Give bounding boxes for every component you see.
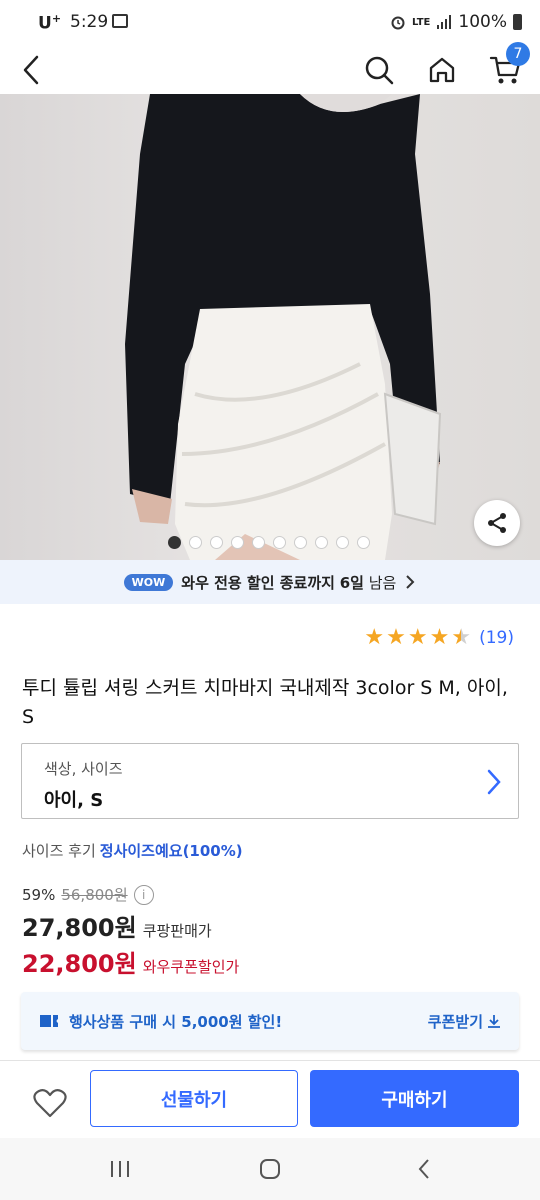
gallery-dot[interactable] (294, 536, 307, 549)
star-icon: ★ (407, 625, 428, 650)
carrier-label: U+ (38, 12, 62, 34)
option-selector[interactable]: 색상, 사이즈 아이, S (21, 743, 519, 819)
cart-button[interactable]: 7 (484, 42, 530, 92)
gallery-dot[interactable] (231, 536, 244, 549)
review-count-link[interactable]: (19) (479, 628, 514, 648)
product-title: 투디 튤립 셔링 스커트 치마바지 국내제작 3color S M, 아이, S (22, 677, 508, 728)
coupang-price-row: 27,800원 쿠팡판매가 (22, 908, 212, 943)
download-icon (488, 1015, 500, 1028)
option-value: 아이, S (44, 790, 104, 811)
chevron-right-icon (487, 769, 501, 795)
coupang-price: 27,800원 (22, 914, 137, 942)
heart-icon (33, 1089, 67, 1118)
cart-count-badge: 7 (506, 42, 530, 66)
network-type: LTE (412, 16, 431, 28)
status-icons: LTE 100% (390, 12, 522, 32)
search-button[interactable] (357, 48, 401, 92)
gallery-notification-icon (112, 14, 128, 28)
search-icon (365, 56, 394, 85)
back-nav-button[interactable] (404, 1154, 444, 1184)
half-star-icon: ★ (451, 625, 472, 650)
coupon-text: 행사상품 구매 시 5,000원 할인! (69, 1012, 283, 1031)
share-button[interactable] (474, 500, 520, 546)
star-icon: ★ (429, 625, 450, 650)
battery-percent: 100% (458, 12, 507, 32)
buy-button[interactable]: 구매하기 (310, 1070, 519, 1127)
coupang-price-label: 쿠팡판매가 (142, 922, 212, 940)
gallery-dot[interactable] (273, 536, 286, 549)
gallery-dot[interactable] (357, 536, 370, 549)
wow-banner-text: 와우 전용 할인 종료까지 6일 남음 (181, 573, 397, 592)
product-image-gallery[interactable] (0, 94, 540, 560)
discount-row: 59% 56,800원 i (22, 884, 154, 905)
original-price: 56,800원 (61, 886, 128, 904)
gallery-dot[interactable] (315, 536, 328, 549)
gallery-dot[interactable] (210, 536, 223, 549)
wow-price-label: 와우쿠폰할인가 (142, 958, 240, 976)
gallery-dot[interactable] (189, 536, 202, 549)
wow-price-row: 22,800원 와우쿠폰할인가 (22, 944, 239, 979)
share-icon (488, 513, 506, 533)
star-icon: ★ (386, 625, 406, 650)
wishlist-button[interactable] (28, 1083, 72, 1123)
product-rating[interactable]: ★ ★ ★ ★ ★ (19) (364, 626, 514, 650)
gallery-dot[interactable] (168, 536, 181, 549)
size-review: 사이즈 후기 정사이즈예요(100%) (22, 842, 243, 860)
clock: 5:29 (70, 12, 109, 32)
home-nav-button[interactable] (250, 1154, 290, 1184)
coupon-banner[interactable]: 행사상품 구매 시 5,000원 할인! 쿠폰받기 (21, 992, 519, 1050)
gallery-dot[interactable] (336, 536, 349, 549)
bottom-action-bar: 선물하기 구매하기 (0, 1060, 540, 1138)
gallery-pagination[interactable] (168, 536, 370, 549)
chevron-left-icon (23, 55, 39, 85)
chevron-right-icon (406, 575, 415, 589)
star-icon: ★ (364, 625, 385, 650)
info-icon[interactable]: i (133, 884, 154, 905)
product-photo (125, 94, 442, 560)
status-bar: U+ 5:29 LTE 100% (0, 0, 540, 44)
home-nav-icon (260, 1159, 280, 1179)
back-button[interactable] (10, 48, 54, 92)
gift-button[interactable]: 선물하기 (90, 1070, 298, 1127)
back-nav-icon (418, 1159, 429, 1179)
home-icon (429, 57, 455, 83)
recent-apps-icon (111, 1161, 129, 1177)
system-nav-bar (0, 1138, 540, 1200)
recent-apps-button[interactable] (100, 1154, 140, 1184)
gallery-dot[interactable] (252, 536, 265, 549)
home-button[interactable] (420, 48, 464, 92)
wow-price: 22,800원 (22, 950, 137, 978)
battery-icon (513, 14, 522, 30)
alarm-icon (391, 16, 405, 30)
get-coupon-button[interactable]: 쿠폰받기 (428, 1011, 501, 1032)
wow-discount-banner[interactable]: WOW 와우 전용 할인 종료까지 6일 남음 (0, 560, 540, 604)
signal-icon (437, 15, 452, 29)
discount-rate: 59% (22, 885, 56, 904)
coupon-icon (40, 1015, 58, 1027)
app-header: 7 (0, 42, 540, 94)
wow-badge: WOW (123, 573, 174, 591)
option-label: 색상, 사이즈 (44, 760, 123, 778)
